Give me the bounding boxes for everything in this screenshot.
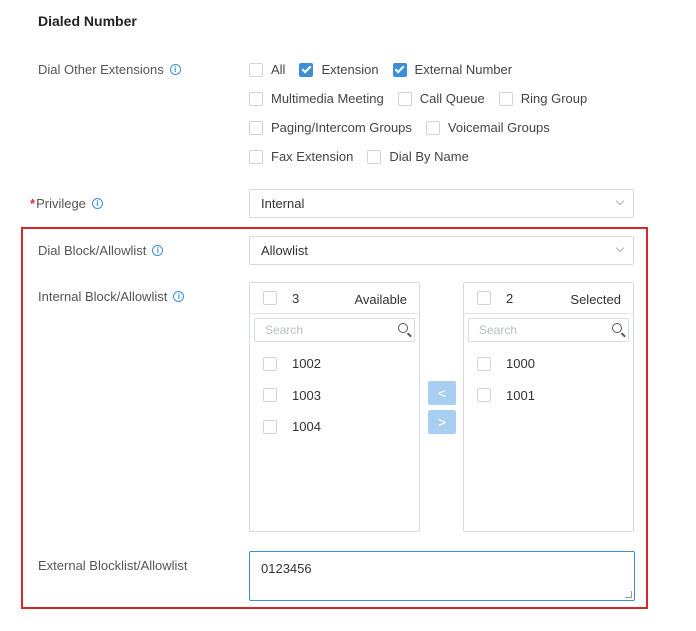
checkbox-label: Voicemail Groups [447, 120, 550, 135]
checkbox-label: Multimedia Meeting [271, 91, 384, 106]
search-icon[interactable] [398, 323, 408, 333]
info-icon[interactable]: i [91, 198, 103, 209]
checkbox-option[interactable]: Dial By Name [367, 149, 469, 164]
available-count: 3 [292, 290, 300, 306]
checkbox[interactable] [263, 388, 277, 403]
info-icon[interactable]: i [152, 245, 164, 256]
checkbox[interactable] [299, 62, 314, 77]
select-all-available-checkbox[interactable] [263, 291, 277, 305]
list-item-label: 1000 [506, 356, 535, 372]
checkbox[interactable] [397, 91, 412, 106]
resize-handle-icon[interactable] [625, 591, 632, 598]
select-all-selected-checkbox[interactable] [477, 291, 491, 305]
selected-search-input[interactable]: Search [468, 318, 629, 342]
checkbox[interactable] [477, 356, 491, 371]
checkbox-option[interactable]: Voicemail Groups [425, 120, 550, 135]
privilege-label: * Privilege i [30, 196, 103, 211]
external-block-textarea[interactable]: 0123456 [249, 551, 635, 601]
checkbox-option[interactable]: Call Queue [397, 91, 485, 106]
checkbox[interactable] [263, 419, 277, 434]
checkbox[interactable] [249, 149, 263, 164]
list-item[interactable]: 1001 [464, 380, 633, 412]
checkbox-row: Paging/Intercom Groups Voicemail Groups [249, 113, 601, 142]
checkbox-option[interactable]: Ring Group [498, 91, 588, 106]
checkbox[interactable] [392, 62, 407, 77]
move-left-button[interactable]: < [428, 381, 456, 405]
checkbox[interactable] [263, 356, 277, 371]
info-icon[interactable]: i [173, 291, 185, 302]
list-item-label: 1003 [292, 387, 321, 403]
checkbox-row: Multimedia Meeting Call Queue Ring Group [249, 84, 601, 113]
dial-other-extensions-label: Dial Other Extensions i [38, 62, 181, 77]
checkbox-option[interactable]: Paging/Intercom Groups [249, 120, 412, 135]
checkbox[interactable] [477, 388, 491, 403]
internal-block-label: Internal Block/Allowlist i [38, 289, 185, 304]
checkbox-option[interactable]: Fax Extension [249, 149, 353, 164]
checkbox-label: Fax Extension [271, 149, 354, 164]
selected-list: 1000 1001 [464, 342, 633, 411]
checkbox-option[interactable]: Multimedia Meeting [249, 91, 384, 106]
list-item[interactable]: 1004 [250, 411, 419, 443]
available-panel: 3 Available Search 1002 1003 1004 [249, 282, 420, 532]
checkbox-label: External Number [414, 62, 513, 77]
section-title: Dialed Number [38, 13, 137, 29]
chevron-down-icon [615, 243, 625, 253]
list-item[interactable]: 1000 [464, 348, 633, 380]
selected-title: Selected [570, 292, 621, 307]
list-item-label: 1001 [506, 387, 535, 403]
dial-other-extensions-options: All Extension External Number Multimedia Me… [249, 55, 601, 171]
checkbox[interactable] [498, 91, 513, 106]
selected-header: 2 Selected [464, 283, 633, 314]
list-item-label: 1002 [292, 356, 321, 372]
chevron-left-icon: < [437, 385, 447, 401]
checkbox-row: All Extension External Number [249, 55, 601, 84]
dial-block-label: Dial Block/Allowlist i [38, 243, 164, 258]
checkbox-row: Fax Extension Dial By Name [249, 142, 601, 171]
external-block-label: External Blocklist/Allowlist [38, 558, 188, 573]
list-item[interactable]: 1002 [250, 348, 419, 380]
chevron-down-icon [615, 196, 625, 206]
privilege-select[interactable]: Internal [249, 189, 634, 218]
checkbox-label: Ring Group [520, 91, 588, 106]
checkbox-label: Extension [321, 62, 379, 77]
checkbox-label: Dial By Name [389, 149, 469, 164]
chevron-right-icon: > [437, 414, 447, 430]
list-item[interactable]: 1003 [250, 380, 419, 412]
checkbox-label: Call Queue [419, 91, 485, 106]
checkbox[interactable] [367, 149, 382, 164]
checkbox[interactable] [425, 120, 440, 135]
checkbox[interactable] [249, 91, 263, 106]
checkbox-option[interactable]: All [249, 62, 285, 77]
checkbox[interactable] [249, 62, 263, 77]
checkbox-label: Paging/Intercom Groups [271, 120, 412, 135]
search-icon[interactable] [612, 323, 622, 333]
selected-count: 2 [506, 290, 514, 306]
checkbox-label: All [271, 62, 286, 77]
checkbox-option[interactable]: External Number [392, 62, 513, 77]
available-header: 3 Available [250, 283, 419, 314]
dial-block-select[interactable]: Allowlist [249, 236, 634, 265]
required-asterisk: * [30, 196, 36, 211]
selected-panel: 2 Selected Search 1000 1001 [463, 282, 634, 532]
checkbox-option[interactable]: Extension [299, 62, 379, 77]
move-right-button[interactable]: > [428, 410, 456, 434]
checkbox[interactable] [249, 120, 263, 135]
available-list: 1002 1003 1004 [250, 342, 419, 443]
available-search-input[interactable]: Search [254, 318, 415, 342]
list-item-label: 1004 [292, 419, 321, 435]
info-icon[interactable]: i [169, 64, 181, 75]
available-title: Available [354, 292, 407, 307]
